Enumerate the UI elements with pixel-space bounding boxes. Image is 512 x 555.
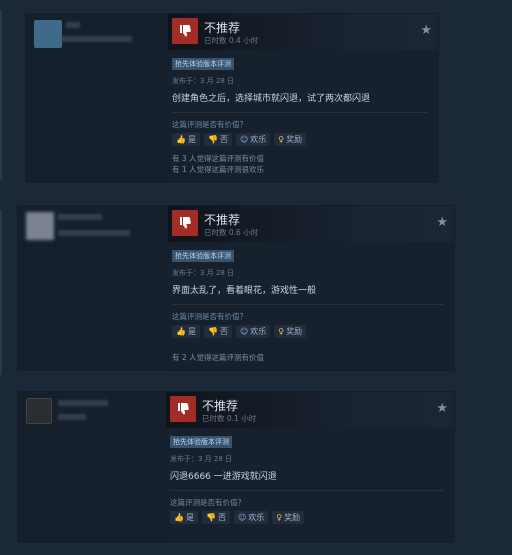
star-icon[interactable]: ★ [436, 215, 448, 230]
review-verdict: 不推荐 [204, 21, 241, 35]
author-name [58, 214, 102, 220]
star-icon[interactable]: ★ [420, 23, 432, 38]
vote-funny-label: 欢乐 [250, 327, 267, 336]
award-label: 奖励 [286, 135, 303, 144]
review-header[interactable]: 不推荐 已时数 0.4 小时 ★ [168, 14, 438, 50]
award-icon: ♀ [276, 513, 283, 522]
review-panel: 不推荐 已时数 0.6 小时 ★ 抢先体验版本评测 发布于：3 月 28 日 界… [168, 206, 454, 370]
vote-yes-label: 是 [187, 135, 196, 144]
thumbs-down-small-icon: 👎 [207, 135, 218, 144]
playtime: 已时数 0.4 小时 [204, 36, 259, 45]
vote-no-label: 否 [217, 513, 226, 522]
playtime: 已时数 0.6 小时 [204, 228, 259, 237]
vote-yes-label: 是 [185, 513, 194, 522]
vote-funny-label: 欢乐 [250, 135, 267, 144]
avatar[interactable] [26, 212, 54, 240]
vote-funny-button[interactable]: ☺ 欢乐 [235, 325, 271, 338]
vote-buttons: 👍 是 👎 否 ☺ 欢乐 ♀ 奖励 [170, 511, 305, 524]
award-label: 奖励 [286, 327, 303, 336]
funny-count: 有 1 人觉得这篇评测很欢乐 [172, 165, 265, 174]
helpful-count: 有 2 人觉得这篇评测有价值 [172, 353, 265, 362]
award-icon: ♀ [278, 327, 285, 336]
smiley-icon: ☺ [239, 327, 249, 336]
review-card: 不推荐 已时数 0.4 小时 ★ 抢先体验版本评测 发布于：3 月 28 日 创… [26, 14, 438, 182]
review-text: 界面太乱了，看着眼花，游戏性一般 [172, 286, 317, 296]
thumbs-down-icon [170, 396, 196, 422]
star-icon[interactable]: ★ [436, 401, 448, 416]
award-button[interactable]: ♀ 奖励 [274, 133, 307, 146]
review-text: 创建角色之后，选择城市就闪退，试了两次都闪退 [172, 94, 371, 104]
review-panel: 不推荐 已时数 0.1 小时 ★ 抢先体验版本评测 发布于：3 月 28 日 闪… [166, 392, 454, 542]
review-author[interactable] [18, 392, 166, 542]
avatar[interactable] [34, 20, 62, 48]
award-button[interactable]: ♀ 奖励 [274, 325, 307, 338]
helpful-question: 这篇评测是否有价值？ [172, 312, 247, 321]
smiley-icon: ☺ [237, 513, 247, 522]
thumbs-up-icon: 👍 [174, 513, 184, 522]
review-author[interactable] [18, 206, 168, 370]
posted-date: 发布于：3 月 28 日 [172, 77, 235, 85]
award-button[interactable]: ♀ 奖励 [272, 511, 305, 524]
review-author[interactable] [26, 14, 168, 182]
vote-no-label: 否 [219, 135, 228, 144]
award-label: 奖励 [284, 513, 301, 522]
thumbs-up-icon: 👍 [176, 135, 186, 144]
scroll-edge [0, 210, 2, 375]
vote-no-button[interactable]: 👎 否 [201, 511, 230, 524]
vote-yes-button[interactable]: 👍 是 [170, 511, 198, 524]
vote-yes-button[interactable]: 👍 是 [172, 133, 200, 146]
thumbs-down-icon [172, 18, 198, 44]
vote-yes-label: 是 [187, 327, 196, 336]
vote-funny-button[interactable]: ☺ 欢乐 [233, 511, 269, 524]
review-text: 闪退6666 一进游戏就闪退 [170, 472, 277, 482]
posted-date: 发布于：3 月 28 日 [172, 269, 235, 277]
vote-yes-button[interactable]: 👍 是 [172, 325, 200, 338]
early-access-badge: 抢先体验版本评测 [170, 436, 232, 448]
smiley-icon: ☺ [239, 135, 249, 144]
thumbs-down-icon [172, 210, 198, 236]
vote-buttons: 👍 是 👎 否 ☺ 欢乐 ♀ 奖励 [172, 133, 307, 146]
author-name [66, 22, 80, 28]
playtime: 已时数 0.1 小时 [202, 414, 257, 423]
award-icon: ♀ [278, 135, 285, 144]
review-header[interactable]: 不推荐 已时数 0.1 小时 ★ [166, 392, 454, 428]
review-card: 不推荐 已时数 0.1 小时 ★ 抢先体验版本评测 发布于：3 月 28 日 闪… [18, 392, 454, 542]
vote-no-button[interactable]: 👎 否 [203, 133, 232, 146]
vote-funny-button[interactable]: ☺ 欢乐 [235, 133, 271, 146]
helpful-count: 有 3 人觉得这篇评测有价值 [172, 154, 265, 163]
author-details [58, 230, 130, 236]
divider [172, 304, 444, 305]
scroll-edge [0, 10, 2, 180]
thumbs-down-small-icon: 👎 [207, 327, 218, 336]
thumbs-up-icon: 👍 [176, 327, 186, 336]
divider [172, 112, 428, 113]
vote-no-label: 否 [219, 327, 228, 336]
review-header[interactable]: 不推荐 已时数 0.6 小时 ★ [168, 206, 454, 242]
review-verdict: 不推荐 [202, 399, 239, 413]
helpful-question: 这篇评测是否有价值？ [170, 498, 245, 507]
author-details [60, 36, 132, 42]
author-name [58, 400, 108, 406]
avatar[interactable] [26, 398, 52, 424]
review-card: 不推荐 已时数 0.6 小时 ★ 抢先体验版本评测 发布于：3 月 28 日 界… [18, 206, 454, 370]
vote-buttons: 👍 是 👎 否 ☺ 欢乐 ♀ 奖励 [172, 325, 307, 338]
author-details [58, 414, 86, 420]
early-access-badge: 抢先体验版本评测 [172, 58, 234, 70]
review-verdict: 不推荐 [204, 213, 241, 227]
vote-funny-label: 欢乐 [248, 513, 265, 522]
early-access-badge: 抢先体验版本评测 [172, 250, 234, 262]
divider [170, 490, 444, 491]
vote-no-button[interactable]: 👎 否 [203, 325, 232, 338]
thumbs-down-small-icon: 👎 [205, 513, 216, 522]
helpful-question: 这篇评测是否有价值？ [172, 120, 247, 129]
posted-date: 发布于：3 月 28 日 [170, 455, 233, 463]
review-panel: 不推荐 已时数 0.4 小时 ★ 抢先体验版本评测 发布于：3 月 28 日 创… [168, 14, 438, 182]
